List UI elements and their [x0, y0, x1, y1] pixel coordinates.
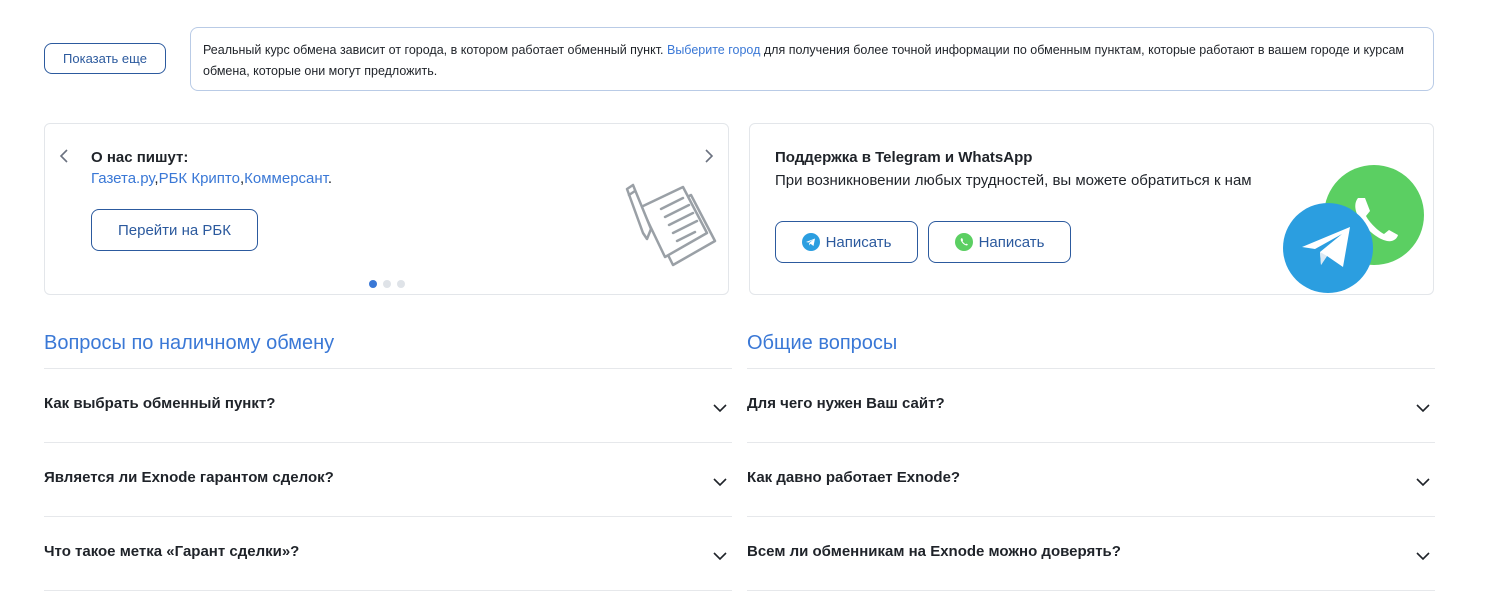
whatsapp-icon: [954, 233, 973, 251]
support-text: При возникновении любых трудностей, вы м…: [775, 172, 1252, 189]
faq-item[interactable]: Как давно работает Exnode?: [747, 443, 1435, 517]
telegram-icon: [801, 233, 820, 251]
press-link-rbk-crypto[interactable]: РБК Крипто: [159, 170, 240, 187]
whatsapp-write-button[interactable]: Написать: [928, 221, 1071, 263]
chevron-down-icon: [713, 403, 727, 412]
faq-question: Всем ли обменникам на Exnode можно довер…: [747, 543, 1121, 560]
faq-general-list: Для чего нужен Ваш сайт? Как давно работ…: [747, 368, 1435, 591]
carousel-dot-1[interactable]: [369, 280, 377, 288]
press-carousel-card: О нас пишут: Газета.ру,РБК Крипто,Коммер…: [44, 123, 729, 295]
chevron-down-icon: [1416, 403, 1430, 412]
chevron-down-icon: [1416, 551, 1430, 560]
faq-question: Как давно работает Exnode?: [747, 469, 961, 486]
carousel-dot-2[interactable]: [383, 280, 391, 288]
faq-question: Для чего нужен Ваш сайт?: [747, 395, 945, 412]
faq-question: Как выбрать обменный пункт?: [44, 395, 276, 412]
faq-general-heading: Общие вопросы: [747, 332, 898, 354]
faq-item[interactable]: Является ли Exnode гарантом сделок?: [44, 443, 732, 517]
document-pen-icon: [625, 183, 717, 267]
press-links: Газета.ру,РБК Крипто,Коммерсант.: [91, 170, 333, 187]
support-title: Поддержка в Telegram и WhatsApp: [775, 149, 1033, 166]
faq-question: Что такое метка «Гарант сделки»?: [44, 543, 300, 560]
support-card: Поддержка в Telegram и WhatsApp При возн…: [749, 123, 1434, 295]
messengers-illustration: [1283, 165, 1424, 293]
telegram-write-button[interactable]: Написать: [775, 221, 918, 263]
faq-cash-list: Как выбрать обменный пункт? Является ли …: [44, 368, 732, 591]
press-title: О нас пишут:: [91, 149, 189, 166]
telegram-icon: [1283, 203, 1373, 293]
faq-cash-section: Вопросы по наличному обмену Как выбрать …: [44, 330, 732, 591]
chevron-down-icon: [713, 477, 727, 486]
choose-city-link[interactable]: Выберите город: [667, 43, 760, 57]
city-info-notice: Реальный курс обмена зависит от города, …: [190, 27, 1434, 91]
faq-cash-heading: Вопросы по наличному обмену: [44, 332, 335, 354]
press-link-gazeta[interactable]: Газета.ру: [91, 170, 154, 187]
chevron-left-icon: [59, 149, 68, 163]
whatsapp-button-label: Написать: [978, 233, 1045, 251]
carousel-prev-button[interactable]: [55, 146, 73, 166]
faq-general-section: Общие вопросы Для чего нужен Ваш сайт? К…: [747, 330, 1435, 591]
carousel-dots: [369, 280, 405, 288]
chevron-down-icon: [1416, 477, 1430, 486]
faq-item[interactable]: Для чего нужен Ваш сайт?: [747, 369, 1435, 443]
carousel-next-button[interactable]: [700, 146, 718, 166]
go-to-rbk-button[interactable]: Перейти на РБК: [91, 209, 258, 251]
telegram-button-label: Написать: [825, 233, 892, 251]
carousel-dot-3[interactable]: [397, 280, 405, 288]
chevron-down-icon: [713, 551, 727, 560]
chevron-right-icon: [705, 149, 714, 163]
press-link-kommersant[interactable]: Коммерсант: [244, 170, 328, 187]
show-more-button[interactable]: Показать еще: [44, 43, 166, 74]
faq-question: Является ли Exnode гарантом сделок?: [44, 469, 334, 486]
faq-item[interactable]: Что такое метка «Гарант сделки»?: [44, 517, 732, 591]
info-text-before: Реальный курс обмена зависит от города, …: [203, 43, 667, 57]
faq-item[interactable]: Как выбрать обменный пункт?: [44, 369, 732, 443]
faq-item[interactable]: Всем ли обменникам на Exnode можно довер…: [747, 517, 1435, 591]
